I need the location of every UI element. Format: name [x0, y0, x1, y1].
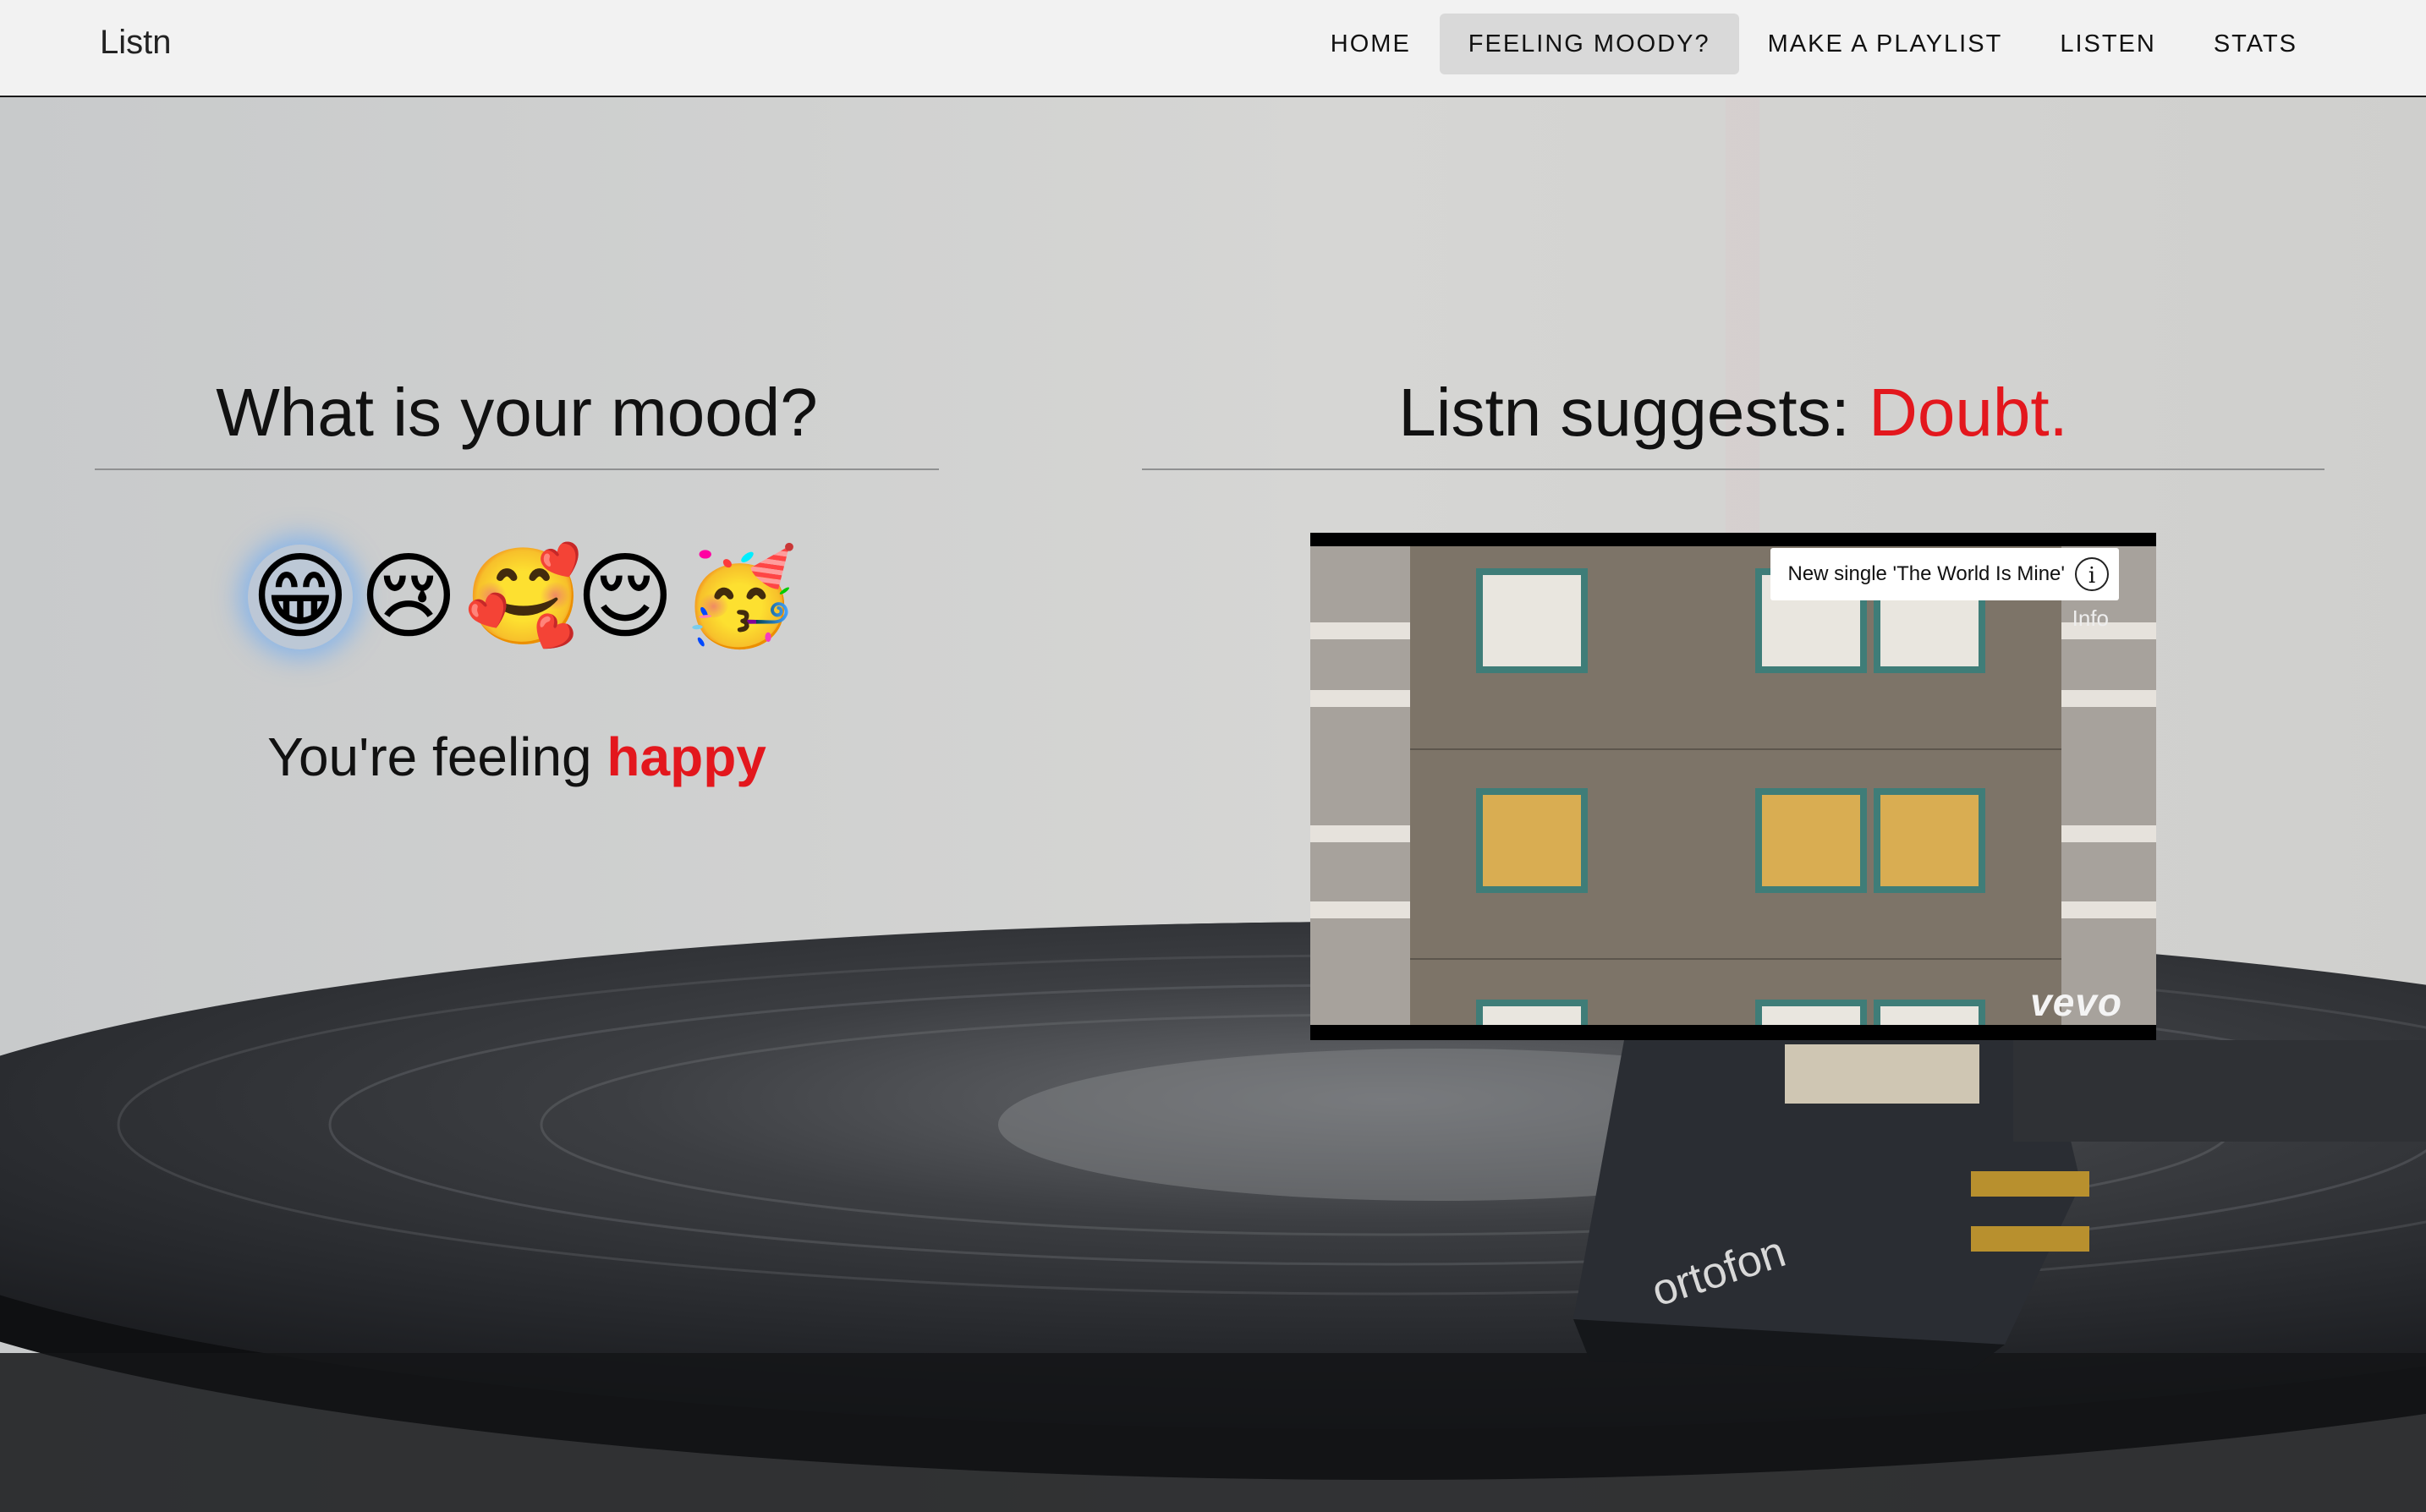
suggestion-title: Listn suggests: Doubt.: [1142, 372, 2324, 470]
video-title-text: New single 'The World Is Mine': [1787, 562, 2065, 585]
video-player[interactable]: New single 'The World Is Mine' i Info ve…: [1310, 533, 2156, 1040]
suggestion-prefix: Listn suggests:: [1398, 375, 1850, 450]
top-navbar: Listn HOME FEELING MOODY? MAKE A PLAYLIS…: [0, 0, 2426, 97]
feeling-prefix: You're feeling: [267, 726, 592, 787]
nav-menu: HOME FEELING MOODY? MAKE A PLAYLIST LIST…: [1302, 14, 2326, 74]
feeling-value: happy: [606, 726, 766, 787]
nav-item-home[interactable]: HOME: [1302, 14, 1440, 74]
current-mood-text: You're feeling happy: [95, 726, 939, 788]
sad-emoji-icon[interactable]: 😢: [356, 545, 461, 649]
vevo-watermark-logo: vevo: [2030, 980, 2122, 1024]
party-emoji-icon[interactable]: 🥳: [681, 545, 799, 649]
loving-emoji-icon[interactable]: 🥰: [464, 545, 582, 649]
happy-emoji-icon[interactable]: 😁: [248, 545, 353, 649]
video-thumbnail: [1310, 546, 2156, 1025]
suggestion-section: Listn suggests: Doubt.: [1142, 372, 2324, 470]
info-label: Info: [2072, 605, 2109, 631]
nav-item-feeling-moody[interactable]: FEELING MOODY?: [1439, 14, 1739, 74]
mood-section: What is your mood? 😁 😢 🥰 😌 🥳 You're feel…: [95, 372, 939, 788]
brand-logo[interactable]: Listn: [100, 24, 172, 62]
video-title-card[interactable]: New single 'The World Is Mine' i: [1770, 548, 2119, 600]
mood-title: What is your mood?: [95, 372, 939, 470]
nav-item-stats[interactable]: STATS: [2185, 14, 2326, 74]
relieved-emoji-icon[interactable]: 😌: [573, 545, 678, 649]
nav-item-make-a-playlist[interactable]: MAKE A PLAYLIST: [1739, 14, 2032, 74]
info-icon[interactable]: i: [2075, 557, 2109, 591]
nav-item-listen[interactable]: LISTEN: [2031, 14, 2185, 74]
suggested-song: Doubt.: [1869, 375, 2068, 450]
mood-emoji-picker: 😁 😢 🥰 😌 🥳: [95, 545, 939, 649]
